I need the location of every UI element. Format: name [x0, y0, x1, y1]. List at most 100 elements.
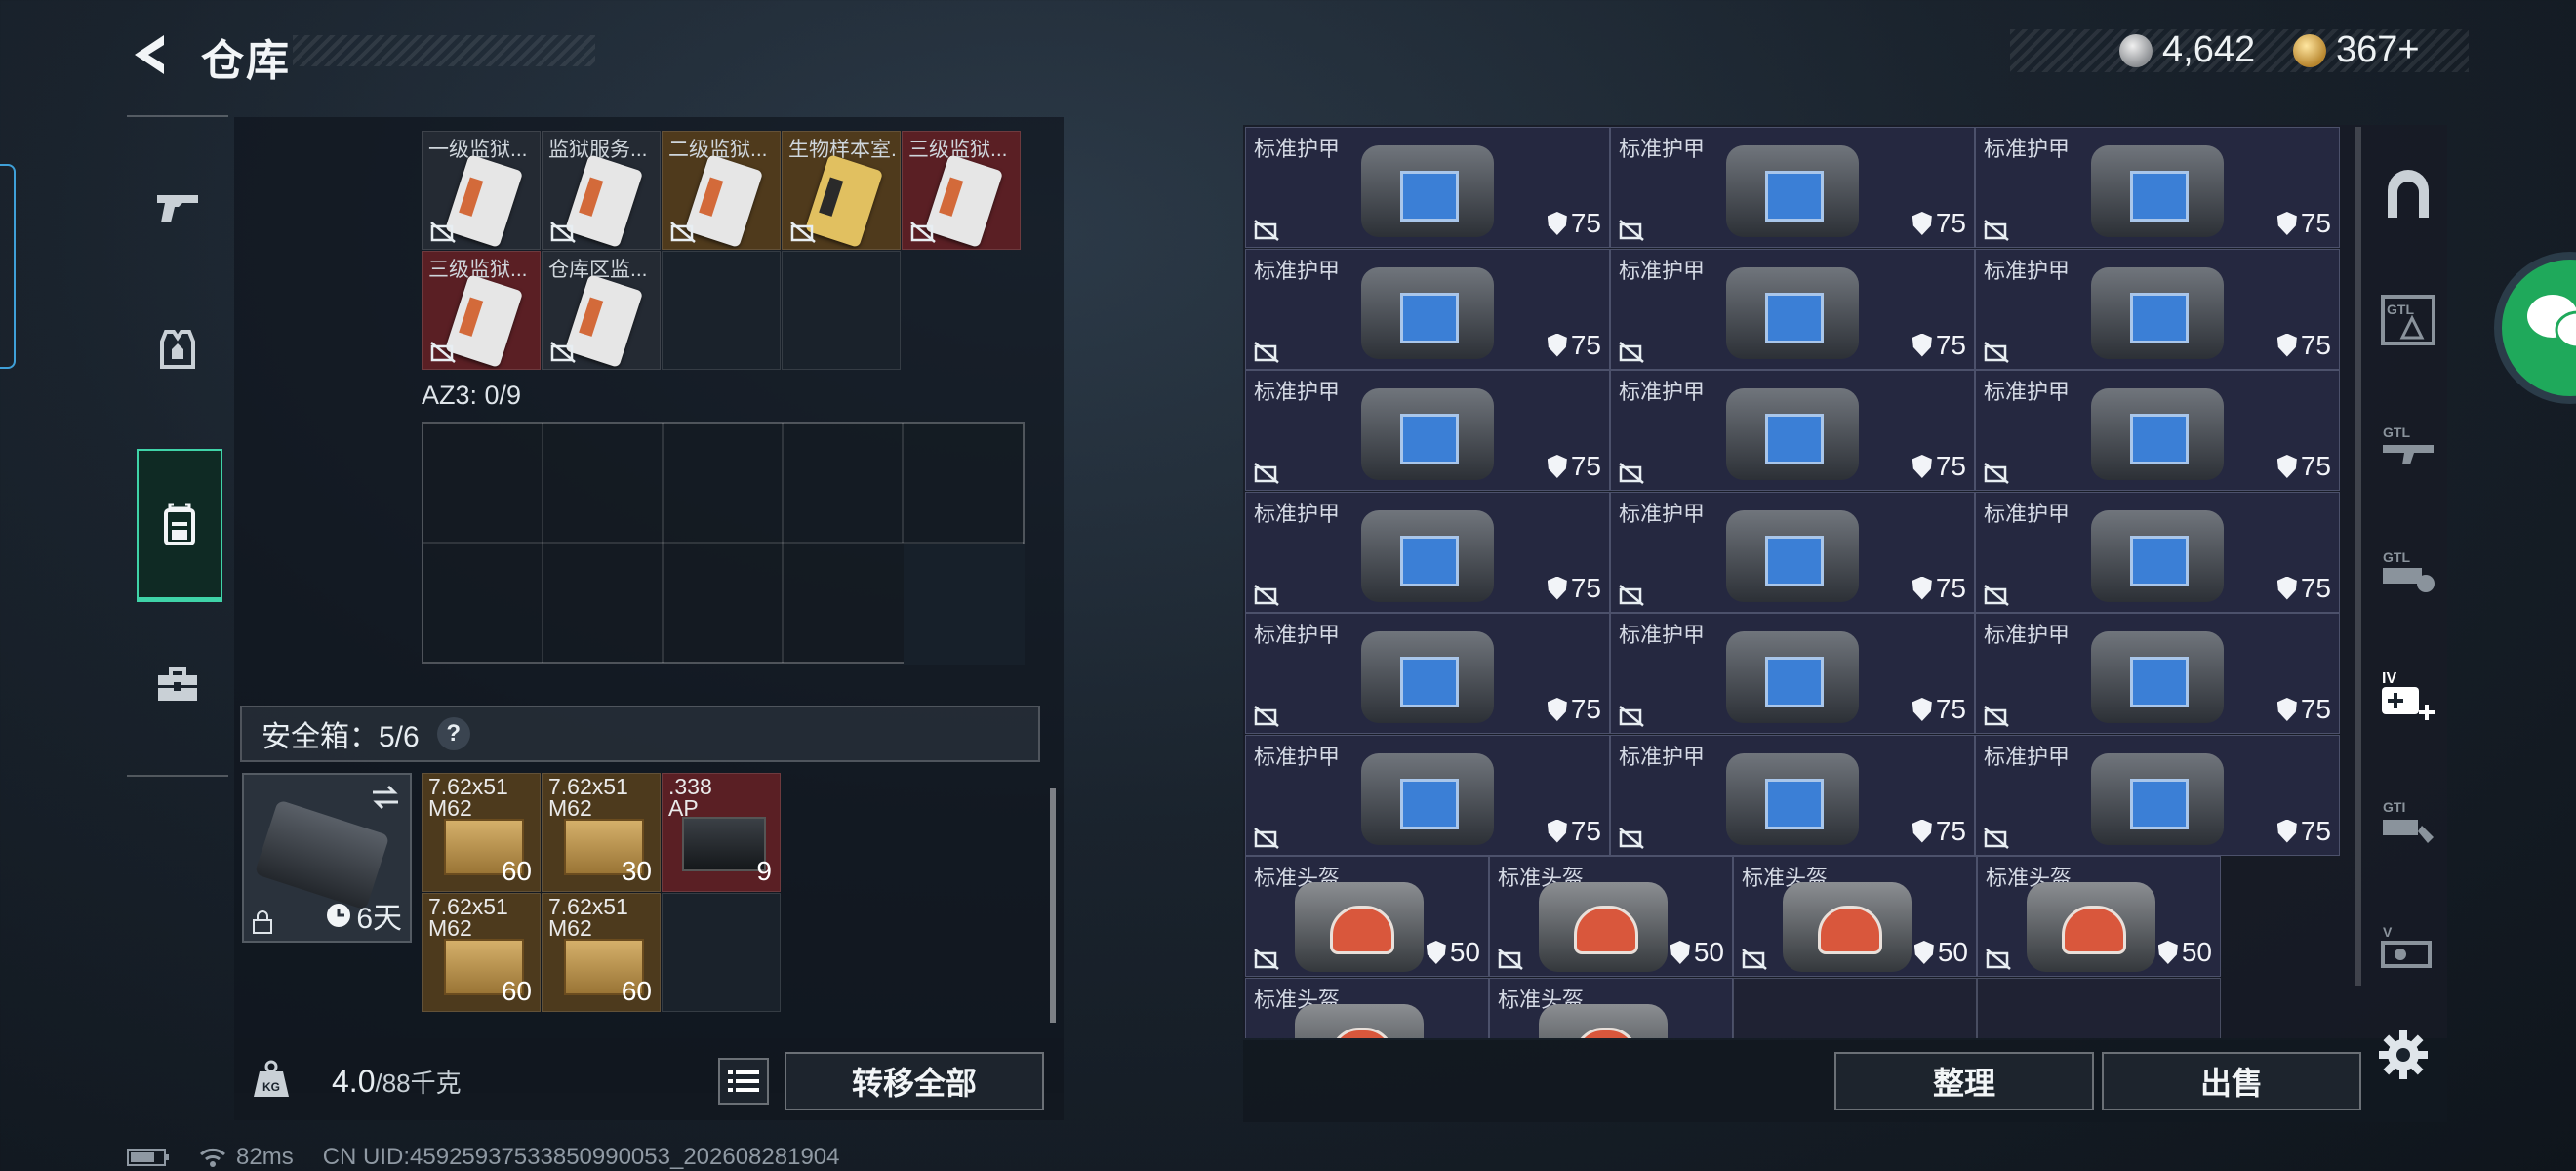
durability-value: 75 [2300, 815, 2331, 846]
empty-slot[interactable] [662, 893, 781, 1012]
sell-button[interactable]: 出售 [2102, 1052, 2361, 1110]
safe-item[interactable]: .338 AP 9 [662, 773, 781, 892]
clock-icon [327, 904, 351, 927]
no-bind-icon [1984, 463, 2009, 484]
nav-backpack[interactable] [137, 449, 222, 602]
helmet-item[interactable]: 标准头盔50 [1245, 977, 1489, 1038]
armor-item[interactable]: 标准护甲 75 [1975, 248, 2340, 370]
storage-scrollbar[interactable] [2355, 127, 2361, 986]
gold-currency[interactable]: 367+ [2293, 29, 2420, 71]
no-bind-icon [430, 222, 456, 243]
empty-slot[interactable] [1733, 977, 1977, 1038]
safe-box[interactable]: 6天 [242, 773, 412, 943]
safe-item[interactable]: 7.62x51 M62 60 [422, 773, 541, 892]
storage-panel: 标准护甲 75 标准护甲 75 标准护甲 75 标准护甲 75 标准护甲 75 标准护甲 75 标准护甲… [1243, 125, 2447, 1038]
shield-icon [2276, 819, 2297, 843]
armor-item[interactable]: 标准护甲 75 [1245, 613, 1610, 734]
armor-item[interactable]: 标准护甲 75 [1610, 734, 1975, 856]
side-drawer-handle[interactable] [0, 164, 16, 369]
no-bind-icon [1619, 584, 1644, 606]
armor-item[interactable]: 标准护甲 75 [1610, 491, 1975, 613]
armor-item[interactable]: 标准护甲 75 [1245, 734, 1610, 856]
chat-bubble-button[interactable] [2494, 252, 2576, 404]
no-bind-icon [1984, 706, 2009, 727]
help-icon[interactable]: ? [436, 717, 470, 750]
durability: 75 [2276, 208, 2331, 239]
ping-value: 82ms [236, 1144, 294, 1170]
svg-text:GTI: GTI [2383, 799, 2405, 815]
safe-item[interactable]: 7.62x51 M62 60 [422, 893, 541, 1012]
keycard-item[interactable]: 三级监狱... [902, 131, 1021, 250]
durability: 75 [1547, 573, 1601, 604]
empty-slot[interactable] [662, 251, 781, 370]
safe-item[interactable]: 7.62x51 M62 60 [542, 893, 661, 1012]
armor-item[interactable]: 标准护甲 75 [1975, 370, 2340, 491]
durability: 75 [2276, 573, 2331, 604]
helmet-item[interactable]: 标准头盔50 [1733, 856, 1977, 977]
armor-item[interactable]: 标准护甲 75 [1245, 127, 1610, 248]
armor-item[interactable]: 标准护甲 75 [1610, 248, 1975, 370]
az3-grid[interactable] [422, 422, 1032, 666]
kg-icon: KG [250, 1058, 293, 1101]
armor-name: 标准护甲 [1984, 380, 2071, 404]
armor-item[interactable]: 标准护甲 75 [1245, 491, 1610, 613]
durability: 50 [1426, 937, 1480, 968]
armor-item[interactable]: 标准护甲 75 [1975, 127, 2340, 248]
iv-medkit-icon[interactable]: IV [2377, 664, 2439, 726]
keycard-item[interactable]: 监狱服务... [542, 131, 661, 250]
shield-icon [1547, 576, 1567, 600]
gtl-rifle-icon[interactable]: GTL [2377, 414, 2439, 476]
keycard-item[interactable]: 仓库区监... [542, 251, 661, 370]
keycard-item[interactable]: 生物样本室... [782, 131, 901, 250]
keycard-item[interactable]: 一级监狱... [422, 131, 541, 250]
armor-item[interactable]: 标准护甲 75 [1610, 370, 1975, 491]
empty-slot[interactable] [1977, 977, 2221, 1038]
armor-item[interactable]: 标准护甲 75 [1975, 734, 2340, 856]
organize-button[interactable]: 整理 [1834, 1052, 2094, 1110]
vest-image [2091, 631, 2224, 723]
helmet-item[interactable]: 标准头盔50 [1489, 856, 1733, 977]
armor-item[interactable]: 标准护甲 75 [1975, 491, 2340, 613]
shield-icon [1912, 819, 1932, 843]
helmet-item[interactable]: 标准头盔50 [1489, 977, 1733, 1038]
vest-image [2091, 145, 2224, 237]
armor-item[interactable]: 标准护甲 75 [1975, 613, 2340, 734]
shield-icon [1547, 333, 1567, 357]
vest-image [2091, 388, 2224, 480]
settings-gear-icon[interactable] [2377, 1029, 2430, 1081]
keycard-item[interactable]: 二级监狱... [662, 131, 781, 250]
keycard-image [564, 154, 644, 248]
swap-icon[interactable] [369, 783, 402, 812]
armor-name: 标准护甲 [1254, 744, 1341, 769]
shield-icon [1912, 212, 1932, 235]
gtl-grenade-icon[interactable]: GTL [2377, 539, 2439, 601]
armor-item[interactable]: 标准护甲 75 [1610, 127, 1975, 248]
keycard-item[interactable]: 三级监狱... [422, 251, 541, 370]
ammo-line2: M62 [428, 795, 472, 821]
v-key-icon[interactable]: V [2377, 913, 2439, 976]
shield-icon [1912, 576, 1932, 600]
helmet-item[interactable]: 标准头盔50 [1977, 856, 2221, 977]
vault-icon[interactable] [2377, 164, 2439, 226]
helmet-image [1539, 882, 1668, 972]
durability: 75 [2276, 330, 2331, 361]
nav-armor[interactable] [137, 308, 219, 390]
backpack-scrollbar[interactable] [1050, 788, 1056, 1023]
safe-item[interactable]: 7.62x51 M62 30 [542, 773, 661, 892]
nav-weapon[interactable] [137, 168, 219, 250]
armor-item[interactable]: 标准护甲 75 [1245, 370, 1610, 491]
armor-item[interactable]: 标准护甲 75 [1610, 613, 1975, 734]
back-button[interactable] [125, 27, 180, 82]
nav-case[interactable] [137, 644, 219, 726]
empty-slot[interactable] [782, 251, 901, 370]
armor-name: 标准护甲 [1254, 258, 1341, 283]
no-bind-icon [1984, 220, 2009, 241]
list-view-button[interactable] [718, 1058, 769, 1105]
armor-item[interactable]: 标准护甲 75 [1245, 248, 1610, 370]
transfer-all-button[interactable]: 转移全部 [785, 1052, 1044, 1110]
gtl-armor-icon[interactable]: GTL [2377, 289, 2439, 351]
gti-misc-icon[interactable]: GTI [2377, 788, 2439, 851]
battery-icon [127, 1149, 169, 1166]
title-decoration [293, 35, 595, 66]
helmet-item[interactable]: 标准头盔50 [1245, 856, 1489, 977]
